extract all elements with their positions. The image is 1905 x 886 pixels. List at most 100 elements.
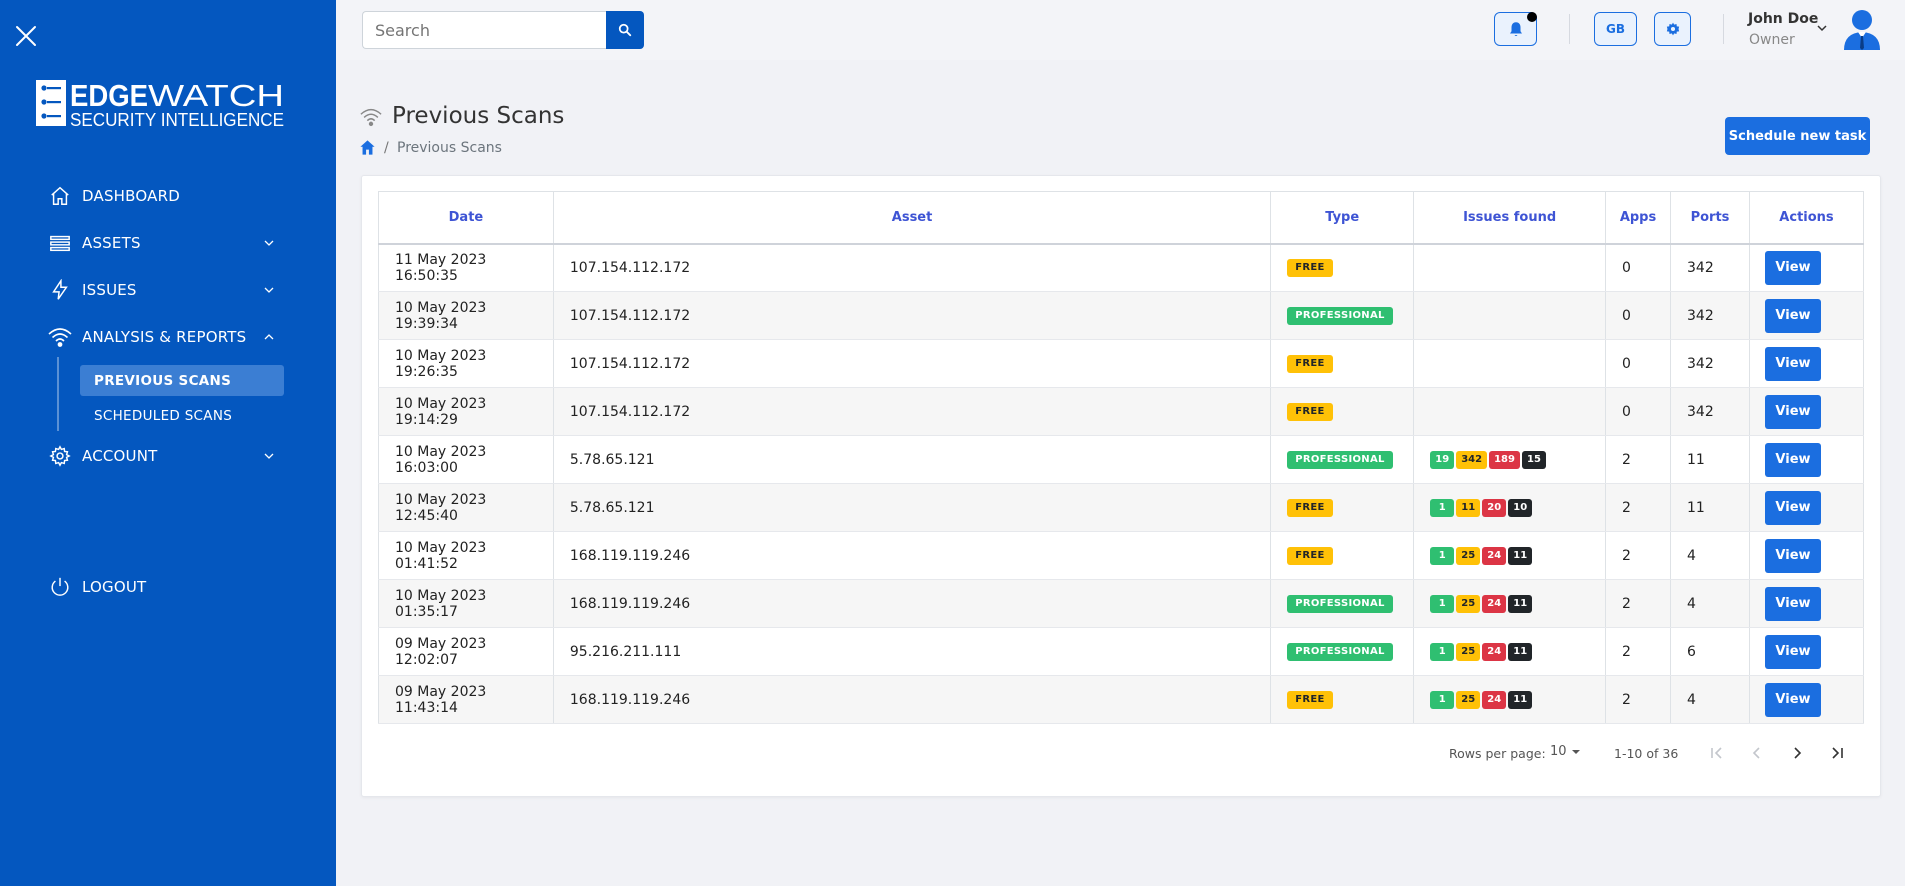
- power-icon: [48, 575, 72, 599]
- view-button[interactable]: View: [1764, 586, 1821, 621]
- sidebar-subitem-scheduled-scans[interactable]: SCHEDULED SCANS: [80, 400, 284, 431]
- view-button[interactable]: View: [1764, 394, 1821, 429]
- sidebar-subitem-previous-scans[interactable]: PREVIOUS SCANS: [80, 365, 284, 396]
- cell-apps: 2: [1605, 531, 1672, 580]
- chevron-down-icon: [264, 240, 274, 246]
- column-header-date[interactable]: Date: [378, 191, 554, 245]
- cell-issues: [1413, 243, 1607, 292]
- search-bar: [362, 11, 644, 49]
- type-badge: PROFESSIONAL: [1287, 595, 1393, 613]
- chevron-down-icon[interactable]: [1816, 22, 1828, 34]
- type-badge: FREE: [1287, 691, 1333, 709]
- next-page-button[interactable]: [1786, 742, 1808, 764]
- first-page-button[interactable]: [1706, 742, 1728, 764]
- issue-count-badge: 1: [1430, 547, 1455, 565]
- issue-count-badge: 1: [1430, 499, 1455, 517]
- sidebar-item-label: ANALYSIS & REPORTS: [82, 327, 247, 346]
- cell-type: PROFESSIONAL: [1270, 291, 1415, 340]
- search-icon: [618, 23, 632, 37]
- column-header-apps[interactable]: Apps: [1605, 191, 1672, 245]
- cell-ports: 11: [1670, 483, 1750, 532]
- cell-issues: 1 25 24 11: [1413, 531, 1607, 580]
- user-role: Owner: [1749, 32, 1795, 48]
- settings-button[interactable]: [1654, 12, 1691, 46]
- cell-type: FREE: [1270, 531, 1415, 580]
- language-button[interactable]: GB: [1594, 12, 1637, 46]
- notifications-button[interactable]: [1494, 12, 1537, 46]
- view-button[interactable]: View: [1764, 298, 1821, 333]
- issue-count-badge: 20: [1482, 499, 1507, 517]
- cell-issues: 19 342 189 15: [1413, 435, 1607, 484]
- search-button[interactable]: [606, 11, 644, 49]
- table-row: 10 May 2023 19:39:34 107.154.112.172 PROFE…: [378, 291, 1865, 340]
- cell-asset: 5.78.65.121: [552, 435, 1272, 484]
- previous-page-button[interactable]: [1746, 742, 1768, 764]
- cell-date: 10 May 2023 19:39:34: [378, 291, 554, 340]
- cell-actions: View: [1748, 387, 1865, 436]
- sidebar-item-label: DASHBOARD: [82, 186, 180, 205]
- table-row: 10 May 2023 01:35:17 168.119.119.246 PROFE…: [378, 579, 1865, 628]
- sidebar-item-logout[interactable]: LOGOUT: [48, 563, 288, 610]
- table-row: 10 May 2023 19:14:29 107.154.112.172 FREE 0…: [378, 387, 1865, 436]
- cell-actions: View: [1748, 435, 1865, 484]
- divider: [1723, 14, 1724, 44]
- cell-ports: 4: [1670, 675, 1750, 724]
- cell-date: 10 May 2023 12:45:40: [378, 483, 554, 532]
- sidebar-item-analysis-reports[interactable]: ANALYSIS & REPORTS: [48, 313, 288, 360]
- type-badge: FREE: [1287, 499, 1333, 517]
- issue-count-badge: 19: [1430, 451, 1455, 469]
- table-row: 10 May 2023 12:45:40 5.78.65.121 FREE 1 11 20…: [378, 483, 1865, 532]
- sidebar-item-dashboard[interactable]: DASHBOARD: [48, 172, 288, 219]
- avatar[interactable]: [1842, 8, 1882, 50]
- sidebar-item-account[interactable]: ACCOUNT: [48, 432, 288, 479]
- table-header-row: Date Asset Type Issues found Apps Ports …: [378, 191, 1865, 245]
- column-header-type[interactable]: Type: [1270, 191, 1415, 245]
- cell-ports: 342: [1670, 387, 1750, 436]
- issue-count-badge: 11: [1508, 595, 1533, 613]
- view-button[interactable]: View: [1764, 634, 1821, 669]
- chevron-down-icon: [264, 453, 274, 459]
- subnav-line: [57, 357, 59, 431]
- column-header-asset[interactable]: Asset: [552, 191, 1272, 245]
- view-button[interactable]: View: [1764, 250, 1821, 285]
- pagination-range: 1-10 of 36: [1614, 746, 1679, 761]
- cell-asset: 5.78.65.121: [552, 483, 1272, 532]
- cell-date: 10 May 2023 19:14:29: [378, 387, 554, 436]
- cell-actions: View: [1748, 675, 1865, 724]
- last-page-button[interactable]: [1826, 742, 1848, 764]
- sidebar-item-assets[interactable]: ASSETS: [48, 219, 288, 266]
- sidebar-item-issues[interactable]: ISSUES: [48, 266, 288, 313]
- view-button[interactable]: View: [1764, 490, 1821, 525]
- column-header-issues[interactable]: Issues found: [1413, 191, 1607, 245]
- column-header-ports[interactable]: Ports: [1670, 191, 1750, 245]
- issue-count-badge: 25: [1456, 547, 1481, 565]
- view-button[interactable]: View: [1764, 682, 1821, 717]
- close-icon[interactable]: [14, 24, 38, 48]
- chevron-left-icon: [1752, 747, 1760, 759]
- chevron-down-icon: [264, 287, 274, 293]
- search-input[interactable]: [362, 11, 606, 49]
- issue-count-badge: 24: [1482, 595, 1507, 613]
- cell-date: 09 May 2023 12:02:07: [378, 627, 554, 676]
- cell-date: 10 May 2023 01:41:52: [378, 531, 554, 580]
- cell-issues: [1413, 291, 1607, 340]
- issue-count-badge: 342: [1456, 451, 1488, 469]
- issue-count-badge: 25: [1456, 595, 1481, 613]
- table-row: 09 May 2023 12:02:07 95.216.211.111 PROFES…: [378, 627, 1865, 676]
- rows-per-page-label: Rows per page:: [1449, 746, 1546, 761]
- view-button[interactable]: View: [1764, 442, 1821, 477]
- cell-ports: 342: [1670, 339, 1750, 388]
- gear-icon: [48, 444, 72, 468]
- view-button[interactable]: View: [1764, 346, 1821, 381]
- cell-type: FREE: [1270, 483, 1415, 532]
- home-icon[interactable]: [359, 139, 376, 156]
- view-button[interactable]: View: [1764, 538, 1821, 573]
- home-icon: [48, 184, 72, 208]
- cell-asset: 107.154.112.172: [552, 387, 1272, 436]
- cell-apps: 2: [1605, 579, 1672, 628]
- cell-asset: 107.154.112.172: [552, 243, 1272, 292]
- schedule-new-task-button[interactable]: Schedule new task: [1725, 117, 1870, 155]
- cell-type: FREE: [1270, 243, 1415, 292]
- cell-ports: 4: [1670, 579, 1750, 628]
- rows-per-page-select[interactable]: 10: [1550, 744, 1585, 759]
